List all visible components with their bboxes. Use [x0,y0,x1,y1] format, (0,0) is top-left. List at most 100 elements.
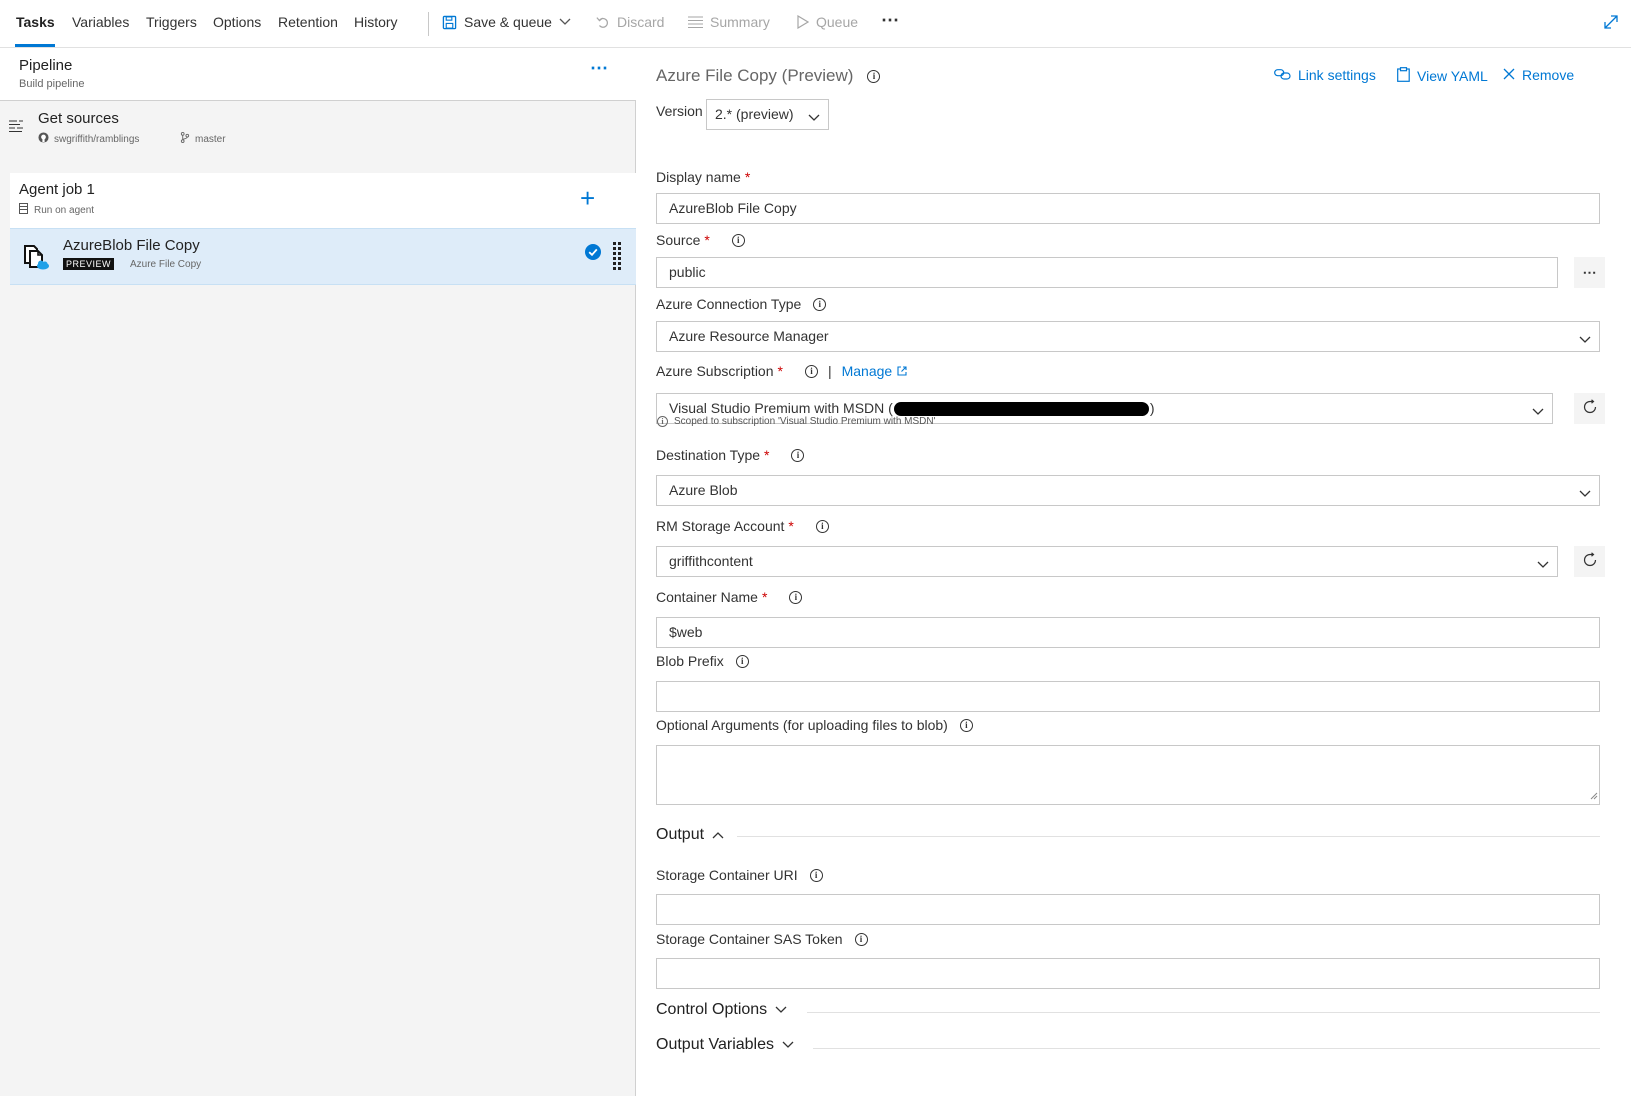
source-label-text: Source [656,232,701,248]
destination-type-select[interactable]: Azure Blob [656,475,1600,506]
refresh-icon [1582,552,1598,571]
sas-token-field[interactable] [656,958,1600,989]
optional-args-textarea[interactable] [656,745,1600,805]
display-name-value: AzureBlob File Copy [669,200,797,216]
blob-prefix-field[interactable] [656,681,1600,712]
scope-note: i Scoped to subscription 'Visual Studio … [657,416,936,427]
sources-branch: master [180,132,226,146]
info-icon[interactable]: i [813,297,827,311]
chevron-down-icon [1579,331,1591,347]
remove-label: Remove [1522,67,1575,83]
expand-icon[interactable] [1603,14,1619,33]
optional-args-label-text: Optional Arguments (for uploading files … [656,717,948,733]
info-icon[interactable]: i [791,448,805,462]
agent-job-subtitle-text: Run on agent [34,204,95,216]
destination-type-value: Azure Blob [669,482,738,498]
chevron-down-icon [1537,556,1549,572]
chevron-down-icon [559,18,571,26]
pipeline-title: Pipeline [19,57,73,74]
info-icon[interactable]: i [789,590,803,604]
output-section-title: Output [656,826,705,843]
tab-tasks[interactable]: Tasks [16,14,55,30]
resize-grip-icon[interactable] [1590,787,1598,803]
pipeline-header[interactable]: Pipeline Build pipeline ⋯ [0,48,636,101]
server-icon [19,203,28,217]
save-queue-label: Save & queue [464,14,552,30]
tab-options[interactable]: Options [213,14,261,30]
link-settings-label: Link settings [1298,67,1376,83]
chevron-up-icon [712,826,724,844]
section-divider [813,1048,1600,1049]
output-section-header[interactable]: Output [656,826,724,844]
agent-job-title: Agent job 1 [19,181,95,198]
remove-button[interactable]: Remove [1503,67,1574,83]
info-icon[interactable]: i [815,519,829,533]
source-label: Source * i [656,232,745,248]
link-settings-button[interactable]: Link settings [1274,67,1376,83]
container-name-label: Container Name * i [656,589,803,605]
queue-button[interactable]: Queue [797,14,858,30]
info-icon[interactable]: i [854,932,868,946]
view-yaml-label: View YAML [1417,68,1488,84]
pipeline-more-button[interactable]: ⋯ [590,58,609,79]
browse-button[interactable]: ⋯ [1574,257,1605,288]
display-name-field[interactable]: AzureBlob File Copy [656,193,1600,224]
storage-uri-field[interactable] [656,894,1600,925]
more-actions-button[interactable]: ⋯ [881,10,899,31]
queue-label: Queue [816,14,859,30]
refresh-storage-button[interactable] [1574,546,1605,577]
refresh-subscription-button[interactable] [1574,393,1605,424]
tab-history[interactable]: History [354,14,398,30]
pipeline-panel: Pipeline Build pipeline ⋯ Get sources sw… [0,48,636,1096]
tab-triggers[interactable]: Triggers [146,14,197,30]
scope-note-text: Scoped to subscription 'Visual Studio Pr… [674,416,936,427]
panel-title: Azure File Copy (Preview) i [656,66,881,86]
github-icon [38,132,49,146]
required-marker: * [744,169,751,185]
connection-type-select[interactable]: Azure Resource Manager [656,321,1600,352]
info-icon[interactable]: i [959,718,973,732]
info-icon[interactable]: i [804,364,818,378]
source-field[interactable]: public [656,257,1558,288]
info-icon[interactable]: i [731,233,745,247]
version-select[interactable]: 2.* (preview) [706,99,829,130]
drag-handle-icon[interactable] [613,242,621,275]
clipboard-icon [1397,67,1410,85]
chevron-down-icon [1532,403,1544,419]
sources-icon [9,120,24,137]
toolbar-divider [428,12,429,36]
add-task-button[interactable]: + [580,183,595,214]
info-icon[interactable]: i [867,69,881,83]
get-sources-item[interactable]: Get sources swgriffith/ramblings master [0,101,636,167]
sources-repo: swgriffith/ramblings [38,132,139,146]
chevron-down-icon [782,1036,794,1054]
tab-variables[interactable]: Variables [72,14,129,30]
summary-button[interactable]: Summary [688,14,770,30]
discard-label: Discard [617,14,665,30]
info-icon[interactable]: i [809,868,823,882]
panel-title-text: Azure File Copy (Preview) [656,66,854,85]
control-options-header[interactable]: Control Options [656,1001,787,1019]
destination-type-label-text: Destination Type [656,447,761,463]
storage-account-select[interactable]: griffithcontent [656,546,1558,577]
enabled-check-icon[interactable] [585,244,601,263]
subscription-value: Visual Studio Premium with MSDN ( [669,400,893,416]
subscription-label: Azure Subscription * i | Manage [656,363,907,379]
version-label: Version [656,103,703,119]
output-variables-header[interactable]: Output Variables [656,1036,794,1054]
tab-retention[interactable]: Retention [278,14,338,30]
storage-account-label-text: RM Storage Account [656,518,785,534]
container-name-field[interactable]: $web [656,617,1600,648]
undo-icon [596,15,610,29]
task-item-azureblob-file-copy[interactable]: AzureBlob File Copy PREVIEW Azure File C… [10,228,636,285]
save-queue-button[interactable]: Save & queue [442,14,571,30]
active-tab-indicator [15,44,55,47]
info-icon[interactable]: i [735,654,749,668]
branch-icon [180,132,190,146]
discard-button[interactable]: Discard [596,14,664,30]
view-yaml-button[interactable]: View YAML [1397,67,1488,85]
agent-job-item[interactable]: Agent job 1 Run on agent + [10,173,636,228]
manage-link[interactable]: Manage [842,363,908,379]
subscription-value-suffix: ) [1149,400,1155,416]
ellipsis-icon: ⋯ [1582,264,1597,280]
